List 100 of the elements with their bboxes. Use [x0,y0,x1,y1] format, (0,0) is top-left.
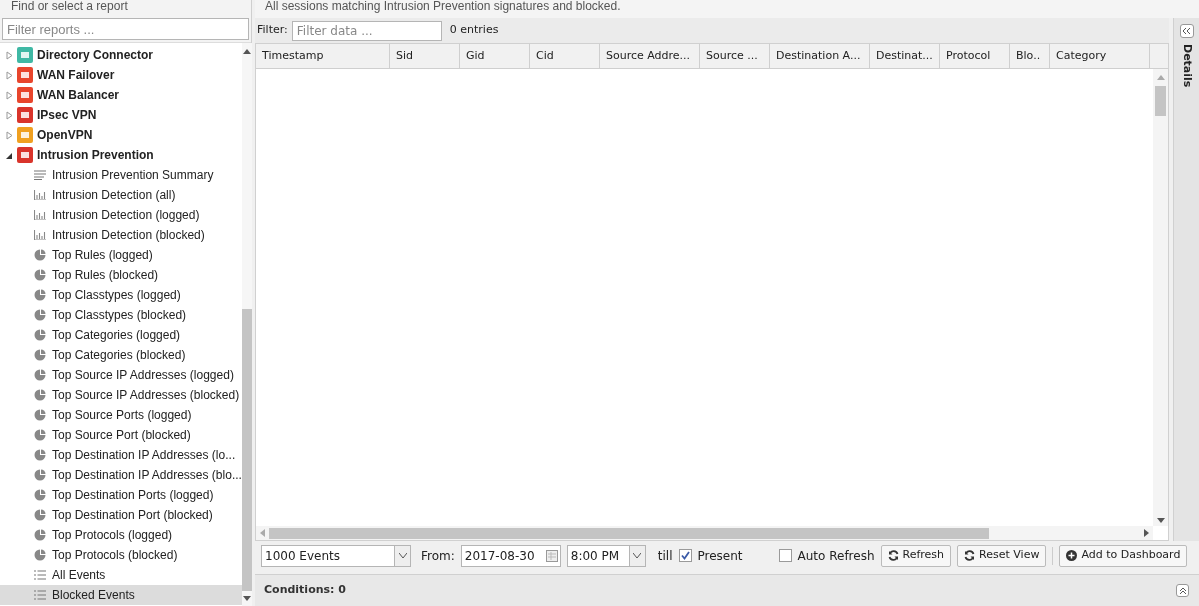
toolbar-button[interactable]: Refresh [880,544,952,567]
entries-count: 0 entries [449,22,499,39]
column-header[interactable]: Gid [460,44,530,68]
report-item[interactable]: Top Destination Ports (logged) [0,485,242,505]
pie-chart-icon [34,529,46,541]
scroll-down-icon[interactable] [1156,518,1165,523]
bar-chart-icon [34,190,46,200]
event-limit-dropdown[interactable]: 1000 Events [261,544,411,567]
time-dropdown[interactable]: 8:00 PM [566,544,646,567]
report-item[interactable]: Top Rules (blocked) [0,265,242,285]
report-item[interactable]: Top Protocols (logged) [0,525,242,545]
report-item[interactable]: Top Protocols (blocked) [0,545,242,565]
report-item[interactable]: Top Source IP Addresses (blocked) [0,385,242,405]
pie-chart-icon [34,509,46,521]
pie-chart-icon [34,409,46,421]
report-item[interactable]: Top Source Port (blocked) [0,425,242,445]
list-icon [34,570,46,580]
vertical-scrollbar[interactable] [1153,69,1168,526]
toolbar-button[interactable]: Add to Dashboard [1059,544,1188,567]
pie-chart-icon [34,269,46,281]
conditions-bar[interactable]: Conditions: 0 [255,574,1199,606]
app-icon [17,127,33,143]
tree-group[interactable]: WAN Balancer [0,85,242,105]
column-header[interactable]: Category [1050,44,1150,68]
column-header[interactable]: Protocol [940,44,1010,68]
tree-group[interactable]: WAN Failover [0,65,242,85]
caret-icon [398,553,407,558]
report-item[interactable]: Intrusion Prevention Summary [0,165,242,185]
expand-icon[interactable] [1176,584,1189,597]
filter-reports-field[interactable]: Filter reports ... [2,18,249,40]
pie-chart-icon [34,449,46,461]
column-header[interactable]: Sid [390,44,460,68]
pie-chart-icon [34,369,46,381]
report-item[interactable]: Top Classtypes (logged) [0,285,242,305]
column-header[interactable]: Blo.. [1010,44,1050,68]
column-header[interactable]: Destination A... [770,44,870,68]
pie-chart-icon [34,549,46,561]
report-description: All sessions matching Intrusion Prevention signatures and blocked. [255,0,1199,18]
list-icon [34,590,46,600]
bar-chart-icon [34,210,46,220]
column-header[interactable]: Destinat... [870,44,940,68]
scroll-down-icon[interactable] [242,596,251,601]
tree-group[interactable]: IPsec VPN [0,105,242,125]
tree-group[interactable]: Intrusion Prevention [0,145,242,165]
pie-chart-icon [34,429,46,441]
calendar-icon[interactable] [545,549,558,562]
checkbox[interactable] [778,549,792,562]
collapse-icon[interactable] [1179,24,1194,38]
app-icon [17,87,33,103]
report-item[interactable]: Top Source Ports (logged) [0,405,242,425]
pie-chart-icon [34,329,46,341]
pie-chart-icon [34,469,46,481]
report-item[interactable]: All Events [0,565,242,585]
refresh-icon [964,550,976,561]
tree-group[interactable]: Directory Connector [0,45,242,65]
refresh-icon [887,550,899,561]
scroll-thumb[interactable] [241,309,252,591]
app-icon [17,147,33,163]
sidebar-title: Find or select a report [10,0,129,15]
report-item[interactable]: Intrusion Detection (blocked) [0,225,242,245]
report-item[interactable]: Top Categories (blocked) [0,345,242,365]
filter-label: Filter: [257,22,288,39]
lines-icon [34,170,46,180]
report-item[interactable]: Top Classtypes (blocked) [0,305,242,325]
column-header[interactable]: Source Addre... [600,44,700,68]
column-header[interactable]: Cid [530,44,600,68]
filter-data-field[interactable]: Filter data ... [291,20,442,41]
pie-chart-icon [34,489,46,501]
conditions-label: Conditions: 0 [264,582,346,599]
caret-icon [633,553,642,558]
pie-chart-icon [34,289,46,301]
column-header[interactable]: Timestamp [256,44,390,68]
app-icon [17,107,33,123]
report-item[interactable]: Top Categories (logged) [0,325,242,345]
pie-chart-icon [34,389,46,401]
toolbar-button[interactable]: Reset View [957,544,1047,567]
report-item[interactable]: Top Source IP Addresses (logged) [0,365,242,385]
report-item[interactable]: Top Destination Port (blocked) [0,505,242,525]
report-item[interactable]: Top Destination IP Addresses (lo... [0,445,242,465]
horizontal-scrollbar[interactable] [256,526,1153,540]
scroll-right-icon[interactable] [1144,529,1149,537]
report-item[interactable]: Top Destination IP Addresses (blo... [0,465,242,485]
report-item[interactable]: Intrusion Detection (all) [0,185,242,205]
column-header[interactable]: Source ... [700,44,770,68]
pie-chart-icon [34,309,46,321]
scroll-thumb[interactable] [269,527,989,539]
report-item[interactable]: Top Rules (logged) [0,245,242,265]
details-title: Details [1179,44,1195,88]
auto-refresh-label: Auto Refresh [797,547,875,565]
report-item[interactable]: Blocked Events [0,585,242,605]
bar-chart-icon [34,230,46,240]
checkbox[interactable] [678,549,692,562]
tree-group[interactable]: OpenVPN [0,125,242,145]
report-item[interactable]: Intrusion Detection (logged) [0,205,242,225]
scroll-left-icon[interactable] [260,529,265,537]
details-panel[interactable]: Details [1173,18,1199,541]
scroll-thumb[interactable] [1155,86,1166,116]
scrollbar[interactable] [241,43,252,606]
scroll-up-icon[interactable] [242,49,251,54]
date-field[interactable]: 2017-08-30 [460,544,561,567]
